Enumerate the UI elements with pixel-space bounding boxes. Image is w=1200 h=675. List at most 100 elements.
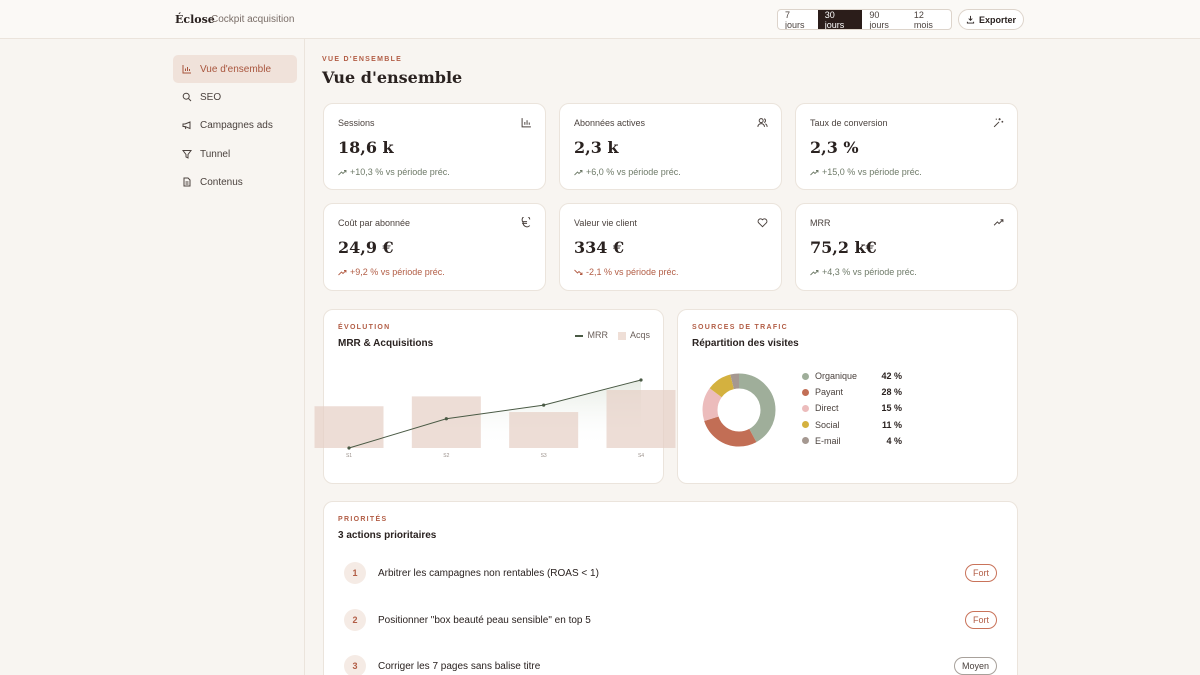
priority-number: 2	[344, 609, 366, 631]
kpi-delta: -2,1 % vs période préc.	[574, 267, 679, 277]
sidebar-item-seo[interactable]: SEO	[173, 83, 297, 111]
priority-item[interactable]: 3 Corriger les 7 pages sans balise titre…	[344, 654, 997, 675]
kpi-card-lifetime-value: Valeur vie client 334 € -2,1 % vs périod…	[559, 203, 782, 291]
kpi-value: 75,2 k€	[810, 238, 877, 257]
line-area-fill	[349, 380, 641, 448]
kpi-label: Taux de conversion	[810, 118, 888, 128]
kpi-card-cost-per-subscriber: Coût par abonnée 24,9 € +9,2 % vs périod…	[323, 203, 546, 291]
download-icon	[966, 15, 975, 24]
kpi-delta: +4,3 % vs période préc.	[810, 267, 917, 277]
kpi-delta-text: +9,2 % vs période préc.	[350, 267, 445, 277]
sidebar-item-label: Contenus	[200, 176, 243, 188]
export-label: Exporter	[978, 14, 1016, 25]
traffic-legend-item: Organique 42 %	[802, 368, 902, 384]
kpi-label: Valeur vie client	[574, 218, 637, 228]
legend-dot	[802, 404, 809, 412]
sparkle-icon	[993, 118, 1004, 128]
traffic-legend: Organique 42 % Payant 28 % Direct 15 % S…	[802, 368, 902, 449]
priority-badge: Moyen	[953, 657, 997, 675]
brand-subtitle: Cockpit acquisition	[211, 14, 295, 25]
kpi-value: 18,6 k	[338, 138, 394, 157]
legend-source-name: Social	[815, 419, 840, 430]
priority-number: 1	[344, 562, 366, 584]
heart-icon	[757, 218, 768, 228]
traffic-donut-chart	[702, 373, 776, 447]
legend-dot	[802, 421, 809, 429]
evolution-chart-card: ÉVOLUTION MRR & Acquisitions MRR Acqs S1…	[314, 309, 676, 484]
trend-up-icon	[810, 169, 819, 175]
period-7-days[interactable]: 7 jours	[778, 10, 818, 29]
legend-source-name: Organique	[815, 371, 858, 382]
priority-item[interactable]: 2 Positionner "box beauté peau sensible"…	[344, 608, 997, 632]
period-selector: 7 jours 30 jours 90 jours 12 mois	[777, 9, 952, 30]
priority-text: Corriger les 7 pages sans balise titre	[378, 660, 541, 672]
kpi-value: 334 €	[574, 238, 625, 257]
period-12-months[interactable]: 12 mois	[907, 10, 951, 29]
trend-up-icon	[574, 169, 583, 175]
kpi-label: Sessions	[338, 118, 375, 128]
brand-logo: Éclose	[175, 13, 215, 26]
kpi-card-sessions: Sessions 18,6 k +10,3 % vs période préc.	[323, 103, 546, 190]
sidebar-item-label: Vue d'ensemble	[200, 63, 272, 75]
export-button[interactable]: Exporter	[958, 9, 1024, 30]
sidebar: Vue d'ensemble SEO Campagnes ads Tunnel …	[0, 39, 305, 675]
trend-up-icon	[810, 269, 819, 275]
priorities-title: 3 actions prioritaires	[338, 530, 437, 541]
kpi-delta: +9,2 % vs période préc.	[338, 267, 445, 277]
trend-down-icon	[574, 269, 583, 275]
kpi-card-subscribers: Abonnées actives 2,3 k +6,0 % vs période…	[559, 103, 782, 190]
kpi-value: 24,9 €	[338, 238, 394, 257]
traffic-legend-item: Payant 28 %	[802, 384, 902, 400]
traffic-eyebrow: SOURCES DE TRAFIC	[692, 324, 788, 331]
period-90-days[interactable]: 90 jours	[862, 10, 907, 29]
kpi-card-conversion: Taux de conversion 2,3 % +15,0 % vs péri…	[795, 103, 1018, 190]
legend-source-pct: 11 %	[881, 419, 902, 430]
traffic-legend-item: E-mail 4 %	[802, 433, 902, 449]
kpi-delta-text: +6,0 % vs période préc.	[586, 167, 681, 177]
sidebar-item-overview[interactable]: Vue d'ensemble	[173, 55, 297, 83]
priority-badge: Fort	[964, 564, 997, 582]
mrr-point	[639, 378, 643, 382]
kpi-delta-text: +15,0 % vs période préc.	[822, 167, 922, 177]
sidebar-item-content[interactable]: Contenus	[173, 168, 297, 196]
traffic-sources-card: SOURCES DE TRAFIC Répartition des visite…	[677, 309, 1018, 484]
legend-dot	[802, 437, 809, 445]
priority-badge: Fort	[964, 611, 997, 629]
kpi-label: Abonnées actives	[574, 118, 646, 128]
legend-dot	[802, 372, 809, 380]
acq-bar	[314, 406, 384, 448]
sidebar-item-funnel[interactable]: Tunnel	[173, 140, 297, 168]
acq-bar	[509, 412, 579, 448]
priority-number: 3	[344, 655, 366, 675]
x-tick-label: S2	[443, 453, 449, 459]
kpi-delta: +15,0 % vs période préc.	[810, 167, 922, 177]
priority-text: Positionner "box beauté peau sensible" e…	[378, 614, 591, 626]
kpi-delta-text: +10,3 % vs période préc.	[350, 167, 450, 177]
kpi-delta: +10,3 % vs période préc.	[338, 167, 450, 177]
traffic-legend-item: Social 11 %	[802, 417, 902, 433]
kpi-delta-text: -2,1 % vs période préc.	[586, 267, 679, 277]
legend-dot	[802, 388, 809, 396]
page-eyebrow: VUE D'ENSEMBLE	[322, 56, 403, 63]
period-30-days[interactable]: 30 jours	[817, 10, 863, 29]
users-icon	[757, 118, 768, 127]
page-title: Vue d'ensemble	[322, 68, 463, 87]
trend-up-icon	[993, 219, 1004, 226]
priorities-card: PRIORITÉS 3 actions prioritaires 1 Arbit…	[323, 501, 1018, 675]
document-icon	[183, 177, 191, 187]
kpi-label: Coût par abonnée	[338, 218, 411, 228]
search-icon	[182, 92, 192, 102]
bar-chart-icon	[521, 118, 531, 128]
priorities-eyebrow: PRIORITÉS	[338, 516, 388, 523]
sidebar-item-label: Campagnes ads	[200, 119, 273, 131]
priority-item[interactable]: 1 Arbitrer les campagnes non rentables (…	[344, 561, 997, 585]
kpi-value: 2,3 %	[810, 138, 859, 157]
sidebar-item-campaigns[interactable]: Campagnes ads	[173, 111, 297, 139]
legend-source-name: Direct	[815, 403, 839, 414]
traffic-legend-item: Direct 15 %	[802, 400, 902, 416]
kpi-value: 2,3 k	[574, 138, 619, 157]
legend-source-pct: 28 %	[881, 387, 902, 398]
x-tick-label: S4	[638, 453, 644, 459]
mrr-point	[347, 446, 351, 450]
kpi-card-mrr: MRR 75,2 k€ +4,3 % vs période préc.	[795, 203, 1018, 291]
